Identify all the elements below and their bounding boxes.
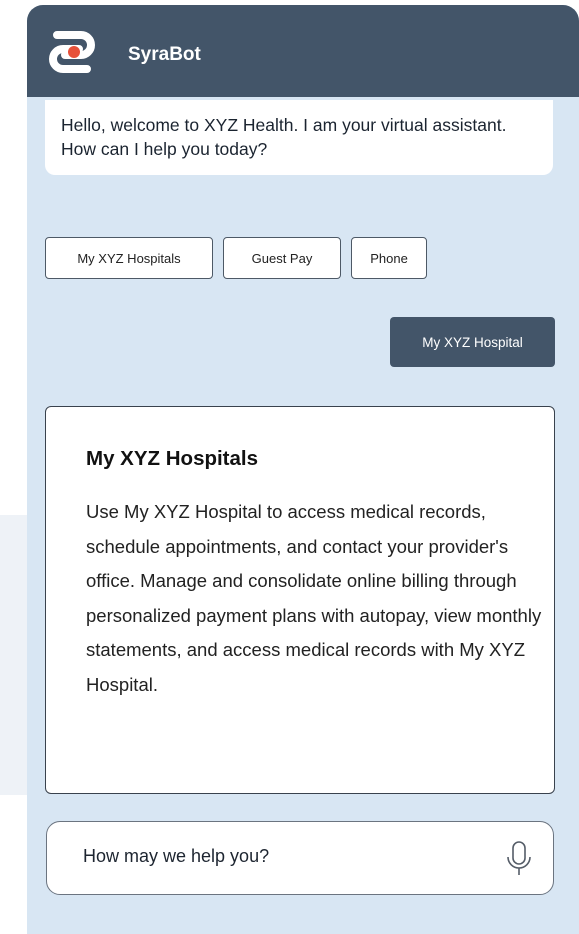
microphone-icon[interactable] [504,840,534,878]
info-card-title: My XYZ Hospitals [86,447,259,470]
quick-reply-my-xyz-hospitals[interactable]: My XYZ Hospitals [45,237,213,279]
welcome-message-text: Hello, welcome to XYZ Health. I am your … [61,115,507,159]
syrabot-logo-icon [49,31,95,73]
chat-header: SyraBot [27,5,579,97]
user-message-bubble: My XYZ Hospital [390,317,555,367]
quick-reply-phone[interactable]: Phone [351,237,427,279]
welcome-message-bubble: Hello, welcome to XYZ Health. I am your … [45,100,553,175]
info-card: My XYZ Hospitals Use My XYZ Hospital to … [45,406,555,794]
bot-name: SyraBot [128,44,201,65]
info-card-body: Use My XYZ Hospital to access medical re… [86,501,542,695]
message-input-box [46,821,554,895]
chat-window: SyraBot Hello, welcome to XYZ Health. I … [27,5,579,934]
quick-reply-guest-pay[interactable]: Guest Pay [223,237,341,279]
message-input[interactable] [83,846,463,867]
